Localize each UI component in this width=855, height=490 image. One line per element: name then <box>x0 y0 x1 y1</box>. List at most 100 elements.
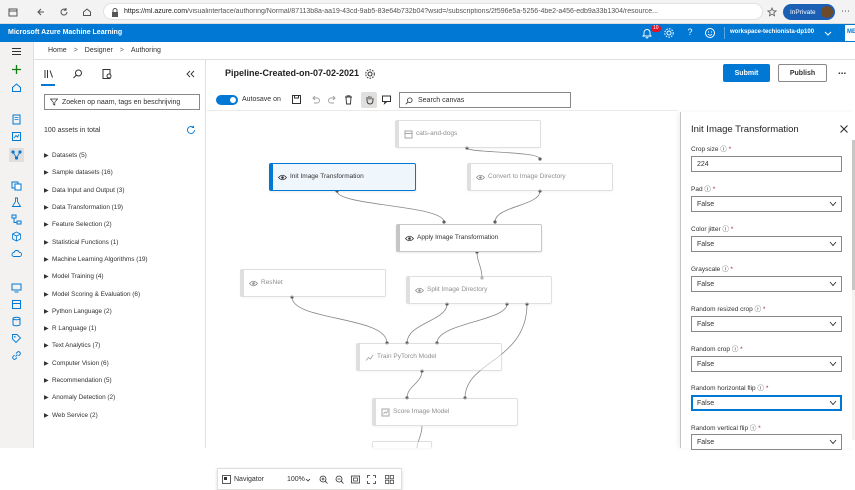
designer-icon[interactable] <box>9 148 24 162</box>
comment-icon[interactable] <box>381 94 392 105</box>
user-avatar[interactable]: ME <box>845 25 855 41</box>
category-anomaly-detection[interactable]: ▶ Anomaly Detection (2) <box>44 389 204 406</box>
home-nav-icon[interactable] <box>11 82 22 93</box>
inprivate-badge[interactable]: InPrivate <box>783 4 835 20</box>
smiley-feedback-icon[interactable] <box>704 27 716 39</box>
refresh-icon[interactable] <box>57 5 71 19</box>
node-resnet[interactable]: ResNet <box>240 269 386 297</box>
automl-icon[interactable] <box>11 131 22 142</box>
category-data-transformation[interactable]: ▶ Data Transformation (19) <box>44 199 204 216</box>
chevron-down-icon <box>829 400 837 406</box>
pad-select[interactable]: False <box>691 196 842 212</box>
breadcrumb-designer[interactable]: Designer <box>85 47 113 54</box>
help-icon[interactable]: ? <box>684 27 696 39</box>
gear-icon[interactable] <box>663 27 675 39</box>
datastores-icon[interactable] <box>11 316 22 327</box>
experiments-flask-icon[interactable] <box>11 197 22 208</box>
compute-icon[interactable] <box>11 282 22 293</box>
search-tab-icon[interactable] <box>72 68 84 80</box>
autosave-toggle[interactable] <box>216 95 238 105</box>
crop-size-input[interactable]: 224 <box>691 156 842 172</box>
home-icon[interactable] <box>80 5 94 19</box>
workspace-name[interactable]: workspace-techionista-dp100 <box>730 29 814 35</box>
linked-services-icon[interactable] <box>11 350 22 361</box>
node-init-image-transformation[interactable]: Init Image Transformation <box>269 163 416 191</box>
category-model-scoring[interactable]: ▶ Model Scoring & Evaluation (6) <box>44 285 204 302</box>
plus-create-icon[interactable] <box>11 64 22 75</box>
submit-button[interactable]: Submit <box>723 64 770 82</box>
inprivate-label: InPrivate <box>790 8 816 16</box>
node-apply-image-transformation[interactable]: Apply Image Transformation <box>396 224 542 252</box>
node-truncated[interactable] <box>372 441 432 448</box>
browser-menu-icon[interactable]: ⋯ <box>841 6 850 17</box>
details-tab-icon[interactable] <box>101 68 113 80</box>
navigator-label[interactable]: Navigator <box>234 476 264 483</box>
node-cats-and-dogs[interactable]: cats-and-dogs <box>395 120 541 148</box>
navigator-map-icon[interactable] <box>222 475 231 484</box>
node-convert-to-image-directory[interactable]: Convert to Image Directory <box>467 163 613 191</box>
zoom-level[interactable]: 100% <box>287 476 305 483</box>
close-icon[interactable] <box>839 124 849 134</box>
node-train-pytorch-model[interactable]: Train PyTorch Model <box>356 343 502 371</box>
category-datasets[interactable]: ▶ Datasets (5) <box>44 147 204 164</box>
back-arrow-icon[interactable] <box>34 5 48 19</box>
category-python-language[interactable]: ▶ Python Language (2) <box>44 303 204 320</box>
node-split-image-directory[interactable]: Split Image Directory <box>406 276 552 304</box>
grid-layout-icon[interactable] <box>385 475 394 484</box>
fit-to-screen-icon[interactable] <box>351 475 360 484</box>
save-icon[interactable] <box>291 94 302 105</box>
random-crop-label: Random crop ⓘ * <box>691 346 743 353</box>
delete-trash-icon[interactable] <box>343 94 354 105</box>
color-jitter-select[interactable]: False <box>691 236 842 252</box>
random-horizontal-flip-select[interactable]: False <box>691 395 842 411</box>
endpoints-cloud-icon[interactable] <box>11 248 22 259</box>
tab-actions-icon[interactable] <box>6 5 20 19</box>
pipeline-title[interactable]: Pipeline-Created-on-07-02-2021 <box>225 68 359 78</box>
pan-hand-icon[interactable] <box>364 94 375 105</box>
category-sample-datasets[interactable]: ▶ Sample datasets (16) <box>44 164 204 181</box>
category-feature-selection[interactable]: ▶ Feature Selection (2) <box>44 216 204 233</box>
node-score-image-model[interactable]: Score Image Model <box>372 398 518 426</box>
hamburger-menu-icon[interactable] <box>11 46 22 57</box>
category-computer-vision[interactable]: ▶ Computer Vision (6) <box>44 355 204 372</box>
refresh-assets-icon[interactable] <box>186 125 196 135</box>
chevron-down-icon[interactable] <box>822 27 834 39</box>
models-cube-icon[interactable] <box>11 231 22 242</box>
category-model-training[interactable]: ▶ Model Training (4) <box>44 268 204 285</box>
zoom-in-icon[interactable] <box>319 475 328 484</box>
chevron-down-icon[interactable] <box>305 477 311 483</box>
favorite-star-icon[interactable] <box>765 5 779 19</box>
edge-apply-to-split <box>476 251 483 279</box>
random-crop-select[interactable]: False <box>691 356 842 372</box>
category-text-analytics[interactable]: ▶ Text Analytics (7) <box>44 337 204 354</box>
category-r-language[interactable]: ▶ R Language (1) <box>44 320 204 337</box>
caret-right-icon: ▶ <box>44 395 49 402</box>
caret-right-icon: ▶ <box>44 170 49 177</box>
environments-icon[interactable] <box>11 299 22 310</box>
notebook-icon[interactable] <box>11 114 22 125</box>
actual-size-icon[interactable] <box>367 475 376 484</box>
breadcrumb-home[interactable]: Home <box>48 47 67 54</box>
library-tab-icon[interactable] <box>43 68 55 80</box>
datasets-icon[interactable] <box>11 180 22 191</box>
app-title[interactable]: Microsoft Azure Machine Learning <box>8 29 122 36</box>
category-ml-algorithms[interactable]: ▶ Machine Learning Algorithms (19) <box>44 251 204 268</box>
category-statistical-functions[interactable]: ▶ Statistical Functions (1) <box>44 233 204 250</box>
redo-icon[interactable] <box>327 94 338 105</box>
more-actions-button[interactable]: ... <box>838 66 846 77</box>
collapse-panel-icon[interactable] <box>184 68 196 80</box>
random-resized-crop-select[interactable]: False <box>691 316 842 332</box>
grayscale-select[interactable]: False <box>691 276 842 292</box>
data-labeling-icon[interactable] <box>11 333 22 344</box>
pipelines-icon[interactable] <box>11 214 22 225</box>
category-data-input-output[interactable]: ▶ Data Input and Output (3) <box>44 182 204 199</box>
canvas-search-input[interactable]: Search canvas <box>399 92 571 108</box>
zoom-out-icon[interactable] <box>335 475 344 484</box>
asset-search-input[interactable]: Zoeken op naam, tags en beschrijving <box>44 94 200 110</box>
publish-button[interactable]: Publish <box>778 64 827 82</box>
pipeline-settings-gear-icon[interactable] <box>364 68 376 80</box>
address-bar[interactable]: https://ml.azure.com/visualinterface/aut… <box>103 3 763 20</box>
category-web-service[interactable]: ▶ Web Service (2) <box>44 406 204 423</box>
category-recommendation[interactable]: ▶ Recommendation (5) <box>44 372 204 389</box>
undo-icon[interactable] <box>310 94 321 105</box>
